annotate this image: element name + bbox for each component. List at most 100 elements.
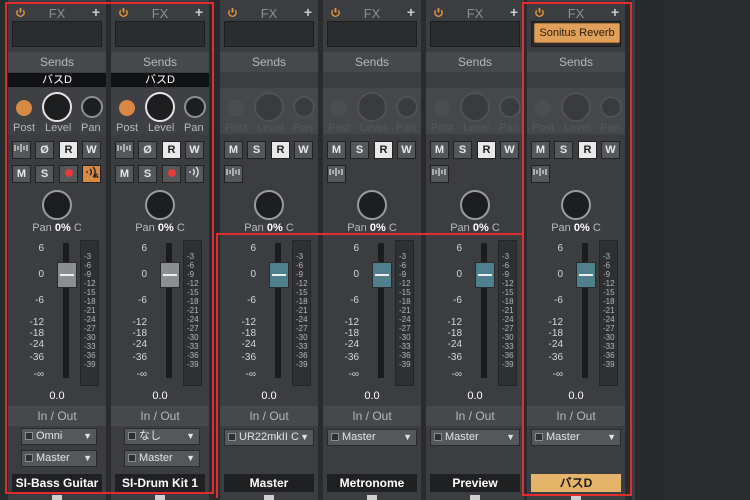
write-automation-button[interactable]: W	[185, 141, 204, 159]
pan-knob[interactable]	[561, 190, 591, 220]
pan-knob[interactable]	[42, 190, 72, 220]
track-name[interactable]: SI-Drum Kit 1	[115, 474, 205, 492]
pan-knob[interactable]	[357, 190, 387, 220]
send-level-knob[interactable]	[460, 92, 490, 122]
phase-button[interactable]: Ø	[138, 141, 157, 159]
read-automation-button[interactable]: R	[374, 141, 393, 159]
write-automation-button[interactable]: W	[500, 141, 519, 159]
read-automation-button[interactable]: R	[477, 141, 496, 159]
send-enable-button[interactable]	[535, 100, 551, 116]
pan-knob[interactable]	[145, 190, 175, 220]
track-name[interactable]: Preview	[430, 474, 520, 492]
track-name[interactable]: SI-Bass Guitar	[12, 474, 102, 492]
send-level-knob[interactable]	[561, 92, 591, 122]
in-out-header[interactable]: In / Out	[426, 406, 524, 426]
volume-fader[interactable]	[576, 262, 596, 288]
pan-knob[interactable]	[460, 190, 490, 220]
send-bus-name[interactable]: バスD	[8, 73, 106, 87]
sends-header[interactable]: Sends	[426, 52, 524, 72]
in-out-header[interactable]: In / Out	[323, 406, 421, 426]
output-select[interactable]: Master ▼	[531, 429, 621, 446]
mute-button[interactable]: M	[531, 141, 550, 159]
send-level-knob[interactable]	[42, 92, 72, 122]
output-select[interactable]: Master ▼	[327, 429, 417, 446]
send-bus-name[interactable]: バスD	[111, 73, 209, 87]
fx-slot[interactable]	[224, 21, 314, 47]
solo-button[interactable]: S	[453, 141, 472, 159]
read-automation-button[interactable]: R	[271, 141, 290, 159]
send-pan-knob[interactable]	[499, 96, 521, 118]
add-fx-button[interactable]: +	[407, 5, 415, 19]
write-automation-button[interactable]: W	[82, 141, 101, 159]
sends-header[interactable]: Sends	[323, 52, 421, 72]
mute-button[interactable]: M	[327, 141, 346, 159]
send-enable-button[interactable]	[16, 100, 32, 116]
read-automation-button[interactable]: R	[162, 141, 181, 159]
input-echo-button[interactable]: A	[82, 165, 101, 183]
send-enable-button[interactable]	[119, 100, 135, 116]
input-monitor-button[interactable]	[12, 141, 31, 159]
track-name[interactable]: Metronome	[327, 474, 417, 492]
solo-button[interactable]: S	[247, 141, 266, 159]
output-select[interactable]: UR22mkII C ▼	[224, 429, 314, 446]
input-monitor-button[interactable]	[430, 165, 449, 183]
phase-button[interactable]: Ø	[35, 141, 54, 159]
add-fx-button[interactable]: +	[304, 5, 312, 19]
read-automation-button[interactable]: R	[578, 141, 597, 159]
send-enable-button[interactable]	[434, 100, 450, 116]
send-pan-knob[interactable]	[184, 96, 206, 118]
add-fx-button[interactable]: +	[510, 5, 518, 19]
fx-slot[interactable]	[12, 21, 102, 47]
solo-button[interactable]: S	[554, 141, 573, 159]
write-automation-button[interactable]: W	[397, 141, 416, 159]
mute-button[interactable]: M	[224, 141, 243, 159]
sends-header[interactable]: Sends	[8, 52, 106, 72]
add-fx-button[interactable]: +	[195, 5, 203, 19]
fx-slot[interactable]	[115, 21, 205, 47]
input-monitor-button[interactable]	[115, 141, 134, 159]
write-automation-button[interactable]: W	[601, 141, 620, 159]
mute-button[interactable]: M	[115, 165, 134, 183]
write-automation-button[interactable]: W	[294, 141, 313, 159]
sends-header[interactable]: Sends	[111, 52, 209, 72]
input-monitor-button[interactable]	[224, 165, 243, 183]
volume-fader[interactable]	[269, 262, 289, 288]
send-enable-button[interactable]	[228, 100, 244, 116]
send-level-knob[interactable]	[254, 92, 284, 122]
input-select[interactable]: Omni ▼	[21, 428, 97, 445]
input-monitor-button[interactable]	[327, 165, 346, 183]
volume-fader[interactable]	[475, 262, 495, 288]
send-enable-button[interactable]	[331, 100, 347, 116]
volume-fader[interactable]	[160, 262, 180, 288]
fx-plugin-sonitus-reverb[interactable]: Sonitus Reverb	[534, 23, 620, 43]
add-fx-button[interactable]: +	[92, 5, 100, 19]
send-level-knob[interactable]	[357, 92, 387, 122]
send-pan-knob[interactable]	[600, 96, 622, 118]
track-name[interactable]: バスD	[531, 474, 621, 492]
volume-fader[interactable]	[57, 262, 77, 288]
in-out-header[interactable]: In / Out	[220, 406, 318, 426]
send-pan-knob[interactable]	[396, 96, 418, 118]
sends-header[interactable]: Sends	[527, 52, 625, 72]
read-automation-button[interactable]: R	[59, 141, 78, 159]
solo-button[interactable]: S	[138, 165, 157, 183]
in-out-header[interactable]: In / Out	[8, 406, 106, 426]
send-pan-knob[interactable]	[81, 96, 103, 118]
add-fx-button[interactable]: +	[611, 5, 619, 19]
record-arm-button[interactable]	[162, 165, 181, 183]
input-echo-button[interactable]	[185, 165, 204, 183]
track-name[interactable]: Master	[224, 474, 314, 492]
in-out-header[interactable]: In / Out	[111, 406, 209, 426]
solo-button[interactable]: S	[35, 165, 54, 183]
fx-slot[interactable]	[430, 21, 520, 47]
mute-button[interactable]: M	[430, 141, 449, 159]
sends-header[interactable]: Sends	[220, 52, 318, 72]
fx-slot[interactable]	[327, 21, 417, 47]
output-select[interactable]: Master ▼	[124, 450, 200, 467]
solo-button[interactable]: S	[350, 141, 369, 159]
record-arm-button[interactable]	[59, 165, 78, 183]
pan-knob[interactable]	[254, 190, 284, 220]
volume-fader[interactable]	[372, 262, 392, 288]
in-out-header[interactable]: In / Out	[527, 406, 625, 426]
input-monitor-button[interactable]	[531, 165, 550, 183]
